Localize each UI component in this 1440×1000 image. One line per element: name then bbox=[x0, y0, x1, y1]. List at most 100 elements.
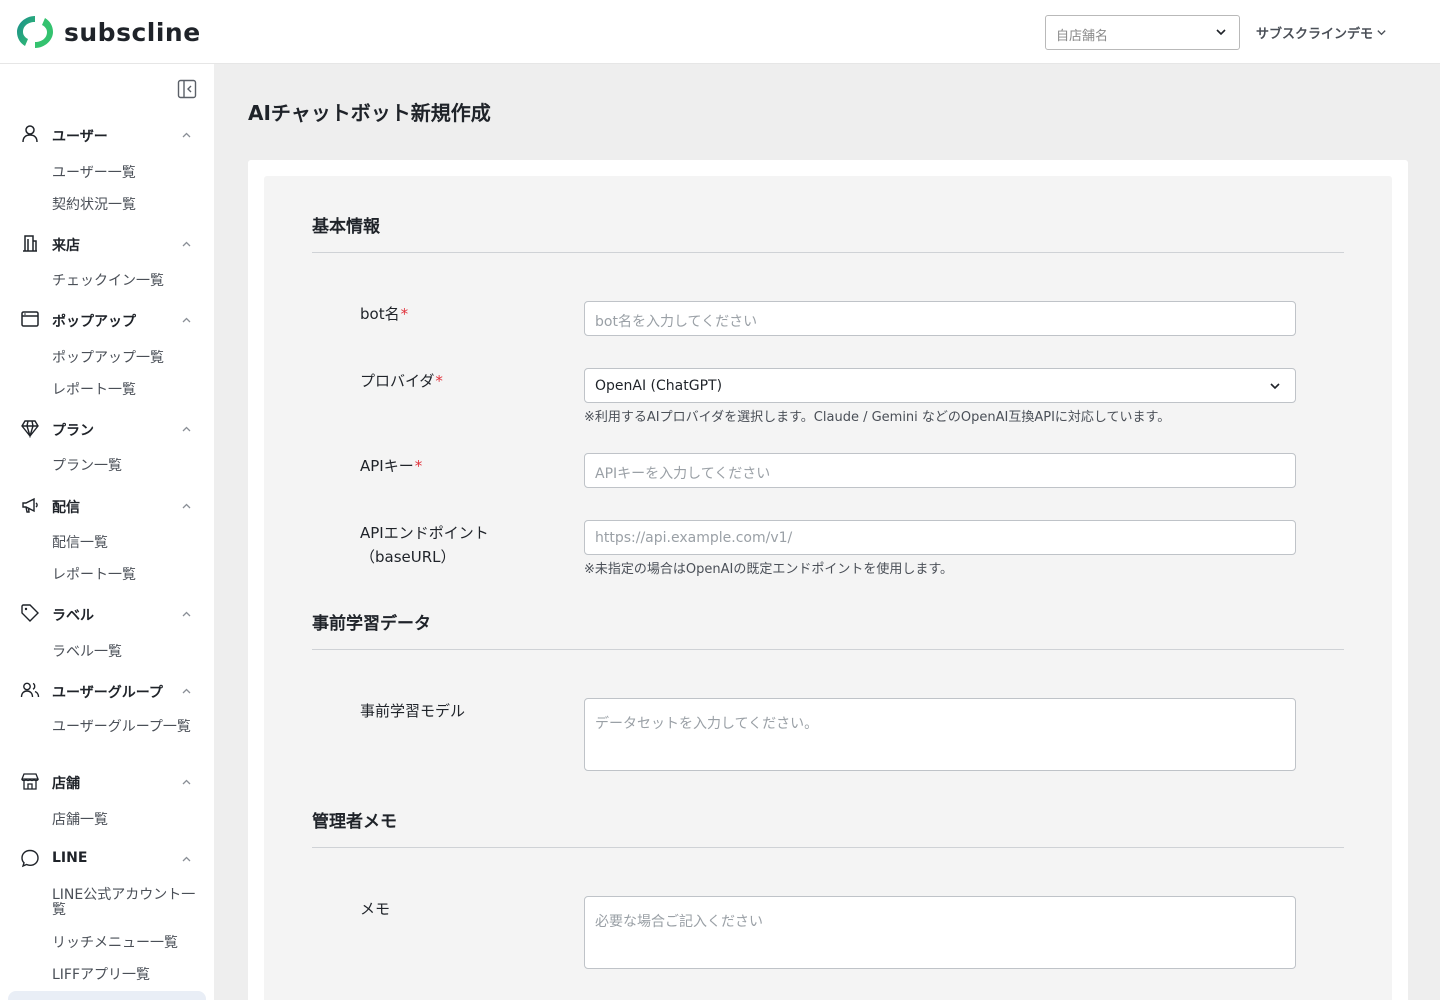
building-icon bbox=[23, 235, 37, 252]
nav-group-label: 配信 bbox=[52, 500, 80, 516]
page-title: AIチャットボット新規作成 bbox=[248, 101, 491, 125]
window-icon bbox=[21, 311, 39, 327]
sidebar-item-store-list[interactable]: 店舗一覧 bbox=[52, 812, 108, 828]
user-icon bbox=[22, 125, 38, 143]
sidebar-item-contract-list[interactable]: 契約状況一覧 bbox=[52, 197, 136, 213]
nav-head-user-group[interactable]: ユーザーグループ bbox=[0, 679, 214, 703]
nav-head-popup[interactable]: ポップアップ bbox=[0, 308, 214, 332]
field-label-text: APIキー bbox=[360, 457, 414, 475]
section-divider bbox=[312, 649, 1344, 650]
sidebar-item-rich-menu-list[interactable]: リッチメニュー一覧 bbox=[52, 935, 178, 951]
account-name: サブスクラインデモ bbox=[1256, 27, 1374, 42]
nav-group-label: プラン bbox=[52, 423, 94, 439]
bot-name-label: bot名* bbox=[360, 302, 408, 326]
api-key-input[interactable]: APIキーを入力してください bbox=[584, 453, 1296, 488]
memo-label: メモ bbox=[360, 900, 391, 918]
pretraining-model-placeholder: データセットを入力してください。 bbox=[595, 716, 819, 732]
nav-head-plan[interactable]: プラン bbox=[0, 417, 214, 441]
top-header: subscline 自店舗名 サブスクラインデモ bbox=[0, 0, 1440, 64]
sidebar-item-line-account-list[interactable]: LINE公式アカウント一覧 bbox=[52, 888, 197, 918]
chevron-up-icon bbox=[182, 317, 191, 323]
chevron-down-icon bbox=[1377, 30, 1386, 36]
nav-group-label: ラベル bbox=[52, 608, 94, 624]
chevron-up-icon bbox=[182, 241, 191, 247]
nav-head-delivery[interactable]: 配信 bbox=[0, 494, 214, 518]
sidebar-active-item[interactable] bbox=[8, 991, 206, 1000]
chevron-up-icon bbox=[182, 611, 191, 617]
chevron-up-icon bbox=[182, 779, 191, 785]
chevron-up-icon bbox=[182, 688, 191, 694]
sidebar-item-label-list[interactable]: ラベル一覧 bbox=[52, 644, 122, 660]
required-mark: * bbox=[414, 457, 423, 475]
memo-placeholder: 必要な場合ご記入ください bbox=[595, 914, 763, 930]
nav-group-popup: ポップアップ bbox=[0, 308, 214, 332]
nav-group-label: 店舗 bbox=[52, 776, 80, 792]
section-title-admin-memo: 管理者メモ bbox=[312, 812, 397, 832]
account-menu[interactable]: サブスクラインデモ bbox=[1256, 23, 1387, 42]
endpoint-label-line2: （baseURL） bbox=[360, 548, 456, 566]
chevron-down-icon bbox=[1270, 383, 1280, 390]
section-title-pretraining: 事前学習データ bbox=[312, 614, 431, 634]
provider-select[interactable]: OpenAI (ChatGPT) bbox=[584, 368, 1296, 403]
nav-group-label: ラベル bbox=[0, 602, 214, 626]
diamond-icon bbox=[21, 420, 39, 438]
nav-group-label: ユーザーグループ bbox=[52, 685, 163, 701]
sidebar-item-checkin-list[interactable]: チェックイン一覧 bbox=[52, 273, 164, 289]
bot-name-placeholder: bot名を入力してください bbox=[595, 314, 758, 330]
nav-head-user[interactable]: ユーザー bbox=[0, 123, 214, 147]
brand-name: subscline bbox=[64, 17, 201, 47]
users-icon bbox=[20, 682, 40, 698]
required-mark: * bbox=[400, 305, 409, 323]
sidebar-item-liff-app-list[interactable]: LIFFアプリ一覧 bbox=[52, 967, 150, 983]
chevron-up-icon bbox=[182, 856, 191, 862]
subscline-logo-icon bbox=[17, 16, 53, 48]
sidebar-item-delivery-report-list[interactable]: レポート一覧 bbox=[52, 567, 136, 583]
sidebar-item-delivery-list[interactable]: 配信一覧 bbox=[52, 535, 108, 551]
megaphone-icon bbox=[22, 497, 38, 513]
brand-logo[interactable]: subscline bbox=[16, 15, 201, 49]
nav-group-delivery: 配信 bbox=[0, 494, 214, 518]
sidebar-item-user-group-list[interactable]: ユーザーグループ一覧 bbox=[52, 720, 197, 735]
required-mark: * bbox=[435, 372, 443, 390]
nav-head-visit[interactable]: 来店 bbox=[0, 232, 214, 256]
provider-selected-value: OpenAI (ChatGPT) bbox=[595, 378, 723, 394]
store-select-placeholder: 自店舗名 bbox=[1056, 29, 1109, 44]
bot-name-input[interactable]: bot名を入力してください bbox=[584, 301, 1296, 336]
endpoint-input[interactable]: https://api.example.com/v1/ bbox=[584, 520, 1296, 555]
field-label-text: プロバイダ bbox=[360, 372, 435, 390]
endpoint-hint: ※未指定の場合はOpenAIの既定エンドポイントを使用します。 bbox=[584, 562, 954, 577]
sidebar-item-user-list[interactable]: ユーザー一覧 bbox=[52, 165, 136, 181]
sidebar-item-popup-report-list[interactable]: レポート一覧 bbox=[52, 382, 136, 398]
nav-head-label[interactable]: ラベル bbox=[0, 602, 214, 626]
nav-group-label: ユーザー bbox=[52, 129, 108, 145]
nav-group-user-group: ユーザーグループ bbox=[0, 679, 214, 703]
provider-label: プロバイダ* bbox=[360, 369, 443, 393]
nav-group-visit: 来店 bbox=[0, 232, 214, 256]
sidebar-item-popup-list[interactable]: ポップアップ一覧 bbox=[52, 350, 164, 366]
endpoint-label-line1: APIエンドポイント bbox=[360, 524, 489, 542]
provider-hint: ※利用するAIプロバイダを選択します。Claude / Gemini などのOp… bbox=[584, 410, 1171, 425]
form-panel bbox=[264, 176, 1392, 1000]
api-key-placeholder: APIキーを入力してください bbox=[595, 466, 771, 482]
nav-group-plan: プラン bbox=[0, 417, 214, 441]
section-divider bbox=[312, 847, 1344, 848]
chevron-up-icon bbox=[182, 503, 191, 509]
chat-bubble-icon bbox=[21, 849, 39, 868]
chevron-down-icon bbox=[1216, 29, 1226, 36]
nav-head-line[interactable]: LINE bbox=[0, 847, 214, 871]
api-key-label: APIキー* bbox=[360, 454, 422, 478]
store-icon bbox=[21, 773, 39, 790]
store-select[interactable]: 自店舗名 bbox=[1045, 15, 1240, 50]
nav-group-line: LINE bbox=[0, 847, 214, 871]
nav-head-store[interactable]: 店舗 bbox=[0, 770, 214, 794]
memo-textarea[interactable]: 必要な場合ご記入ください bbox=[584, 896, 1296, 969]
sidebar-item-plan-list[interactable]: プラン一覧 bbox=[52, 458, 122, 474]
sidebar-collapse-icon[interactable] bbox=[177, 79, 197, 99]
pretraining-model-textarea[interactable]: データセットを入力してください。 bbox=[584, 698, 1296, 771]
chevron-up-icon bbox=[182, 132, 191, 138]
endpoint-label: APIエンドポイント （baseURL） bbox=[360, 521, 489, 569]
nav-group-label: 来店 bbox=[52, 238, 80, 254]
endpoint-placeholder: https://api.example.com/v1/ bbox=[595, 530, 793, 546]
section-divider bbox=[312, 252, 1344, 253]
pretraining-model-label: 事前学習モデル bbox=[360, 702, 466, 720]
